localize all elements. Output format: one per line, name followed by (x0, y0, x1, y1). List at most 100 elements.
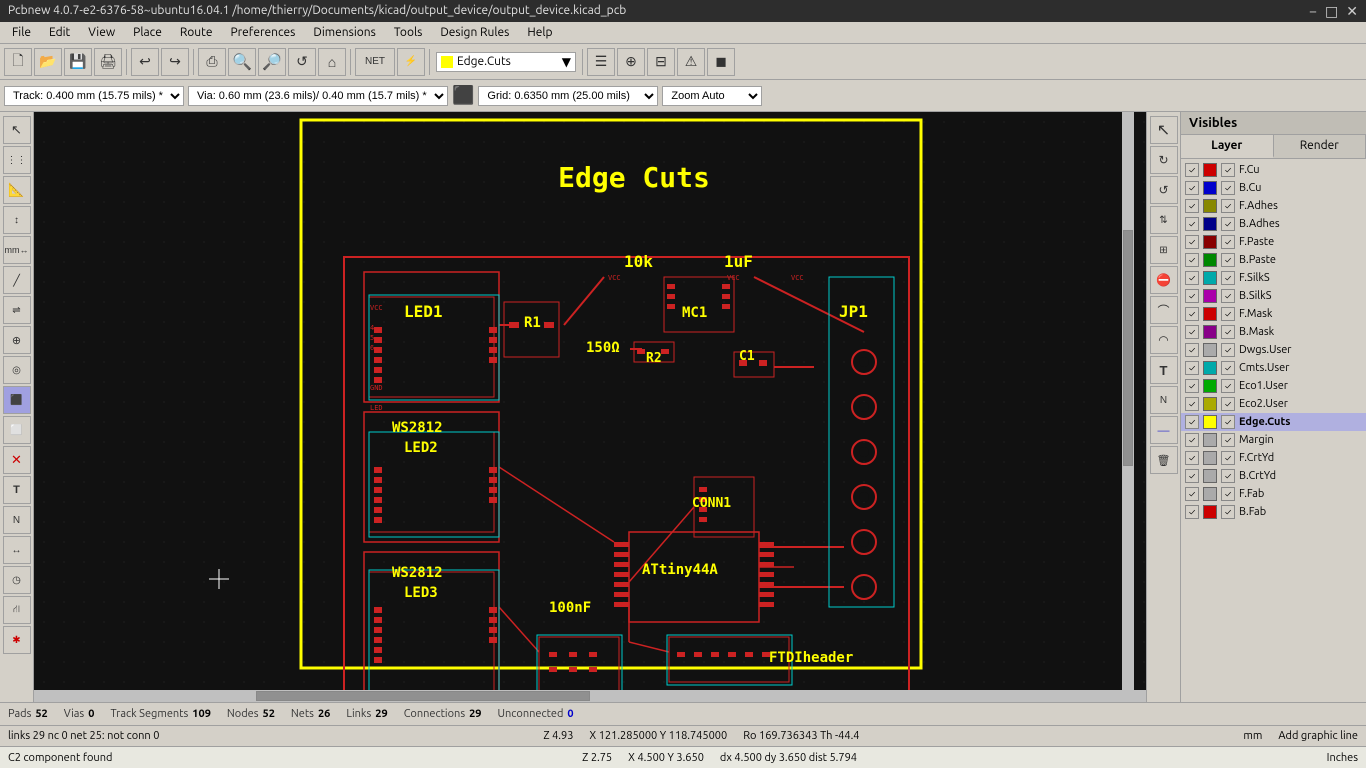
layer-render-icon[interactable]: ✓ (1221, 415, 1235, 429)
select-tool[interactable]: ↖ (3, 116, 31, 144)
layer-vis-icon[interactable]: ✓ (1185, 163, 1199, 177)
text2-tool[interactable]: T (1150, 356, 1178, 384)
layer-row-eco1-user[interactable]: ✓✓Eco1.User (1181, 377, 1366, 395)
line2-tool[interactable]: — (1150, 416, 1178, 444)
coord-tool[interactable]: mm↔ (3, 236, 31, 264)
vertical-scrollbar[interactable] (1122, 112, 1134, 702)
setup-button[interactable]: ⊕ (617, 48, 645, 76)
menu-item-place[interactable]: Place (125, 24, 170, 41)
delete-tool[interactable]: ✕ (3, 446, 31, 474)
layer-render-icon[interactable]: ✓ (1221, 397, 1235, 411)
layer-render-icon[interactable]: ✓ (1221, 199, 1235, 213)
print-button[interactable]: 🖨 (94, 48, 122, 76)
save-button[interactable]: 💾 (64, 48, 92, 76)
line-tool[interactable]: ↔ (3, 536, 31, 564)
layer-render-icon[interactable]: ✓ (1221, 289, 1235, 303)
layer-render-icon[interactable]: ✓ (1221, 181, 1235, 195)
layer-row-f-silks[interactable]: ✓✓F.SilkS (1181, 269, 1366, 287)
zoom-select[interactable]: Zoom Auto (662, 86, 762, 106)
layer-row-f-cu[interactable]: ✓✓F.Cu (1181, 161, 1366, 179)
layer-vis-icon[interactable]: ✓ (1185, 325, 1199, 339)
via-select[interactable]: Via: 0.60 mm (23.6 mils)/ 0.40 mm (15.7 … (188, 86, 448, 106)
rotate-cw-tool[interactable]: ↻ (1150, 146, 1178, 174)
dim-tool[interactable]: N (1150, 386, 1178, 414)
menu-item-design rules[interactable]: Design Rules (432, 24, 517, 41)
layer-row-edge-cuts[interactable]: ✓✓Edge.Cuts (1181, 413, 1366, 431)
fit-button[interactable]: ⌂ (318, 48, 346, 76)
zoom-out-button[interactable]: 🔍 (228, 48, 256, 76)
route-diff-tool[interactable]: ⇌ (3, 296, 31, 324)
vertical-scrollbar-thumb[interactable] (1123, 230, 1133, 466)
layer-row-b-crtyd[interactable]: ✓✓B.CrtYd (1181, 467, 1366, 485)
layer-render-icon[interactable]: ✓ (1221, 361, 1235, 375)
horizontal-scrollbar[interactable] (34, 690, 1146, 702)
layer-row-cmts-user[interactable]: ✓✓Cmts.User (1181, 359, 1366, 377)
layer-row-b-fab[interactable]: ✓✓B.Fab (1181, 503, 1366, 521)
layer-render-icon[interactable]: ✓ (1221, 469, 1235, 483)
highlight-button[interactable]: ⚠ (677, 48, 705, 76)
text-tool[interactable]: T (3, 476, 31, 504)
keepout-tool[interactable]: ⬜ (3, 416, 31, 444)
highlight-net-tool[interactable]: ⛔ (1150, 266, 1178, 294)
minimize-button[interactable]: − (1309, 0, 1317, 22)
menu-item-edit[interactable]: Edit (41, 24, 78, 41)
layer-row-b-adhes[interactable]: ✓✓B.Adhes (1181, 215, 1366, 233)
layer-row-dwgs-user[interactable]: ✓✓Dwgs.User (1181, 341, 1366, 359)
layer-render-icon[interactable]: ✓ (1221, 325, 1235, 339)
layer-selector[interactable]: Edge.Cuts ▼ (436, 52, 576, 72)
menu-item-view[interactable]: View (80, 24, 123, 41)
layer-render-icon[interactable]: ✓ (1221, 253, 1235, 267)
dimension-tool[interactable]: N (3, 506, 31, 534)
menu-item-route[interactable]: Route (172, 24, 221, 41)
layer-row-b-paste[interactable]: ✓✓B.Paste (1181, 251, 1366, 269)
layer-vis-icon[interactable]: ✓ (1185, 505, 1199, 519)
arrow-tool[interactable]: ↖ (1150, 116, 1178, 144)
layer-row-b-silks[interactable]: ✓✓B.SilkS (1181, 287, 1366, 305)
push-tool[interactable]: ↕ (3, 206, 31, 234)
layer-vis-icon[interactable]: ✓ (1185, 271, 1199, 285)
layer-vis-icon[interactable]: ✓ (1185, 415, 1199, 429)
layer-row-f-paste[interactable]: ✓✓F.Paste (1181, 233, 1366, 251)
open-button[interactable]: 📂 (34, 48, 62, 76)
layer-vis-icon[interactable]: ✓ (1185, 451, 1199, 465)
menu-item-help[interactable]: Help (519, 24, 560, 41)
arc-tool[interactable]: ◠ (1150, 326, 1178, 354)
track-select[interactable]: Track: 0.400 mm (15.75 mils) * (4, 86, 184, 106)
layer-render-icon[interactable]: ✓ (1221, 217, 1235, 231)
layer-row-f-crtyd[interactable]: ✓✓F.CrtYd (1181, 449, 1366, 467)
route-track-tool[interactable]: ╱ (3, 266, 31, 294)
grid2-tool[interactable]: ⊞ (1150, 236, 1178, 264)
layer-render-icon[interactable]: ✓ (1221, 271, 1235, 285)
layer-render-icon[interactable]: ✓ (1221, 307, 1235, 321)
component-tool[interactable]: ⊕ (3, 326, 31, 354)
layer-vis-icon[interactable]: ✓ (1185, 235, 1199, 249)
zone-tool[interactable]: ⬛ (3, 386, 31, 414)
flip-tool[interactable]: ⇅ (1150, 206, 1178, 234)
layer-render-icon[interactable]: ✓ (1221, 451, 1235, 465)
layer-render-icon[interactable]: ✓ (1221, 163, 1235, 177)
layer-render-icon[interactable]: ✓ (1221, 505, 1235, 519)
close-button[interactable]: ✕ (1346, 0, 1358, 22)
3d-button[interactable]: ⊟ (647, 48, 675, 76)
new-button[interactable]: 🗋 (4, 48, 32, 76)
layer-vis-icon[interactable]: ✓ (1185, 361, 1199, 375)
layer-render-icon[interactable]: ✓ (1221, 379, 1235, 393)
layer-vis-icon[interactable]: ✓ (1185, 343, 1199, 357)
grid-select[interactable]: Grid: 0.6350 mm (25.00 mils) (478, 86, 658, 106)
zoom-in-button[interactable]: 🔎 (258, 48, 286, 76)
ratsnest-button[interactable]: ⚡ (397, 48, 425, 76)
layer-row-eco2-user[interactable]: ✓✓Eco2.User (1181, 395, 1366, 413)
rotate-ccw-tool[interactable]: ↺ (1150, 176, 1178, 204)
layer-row-margin[interactable]: ✓✓Margin (1181, 431, 1366, 449)
undo-button[interactable]: ↩ (131, 48, 159, 76)
horizontal-scrollbar-thumb[interactable] (256, 691, 590, 701)
layer-vis-icon[interactable]: ✓ (1185, 217, 1199, 231)
layer-render-icon[interactable]: ✓ (1221, 235, 1235, 249)
layer-vis-icon[interactable]: ✓ (1185, 487, 1199, 501)
layer-vis-icon[interactable]: ✓ (1185, 433, 1199, 447)
titlebar-controls[interactable]: − □ ✕ (1309, 0, 1358, 22)
footprint-tool[interactable]: ◷ (3, 566, 31, 594)
layer-vis-icon[interactable]: ✓ (1185, 181, 1199, 195)
refresh-button[interactable]: ↺ (288, 48, 316, 76)
trash-tool[interactable]: 🗑 (1150, 446, 1178, 474)
